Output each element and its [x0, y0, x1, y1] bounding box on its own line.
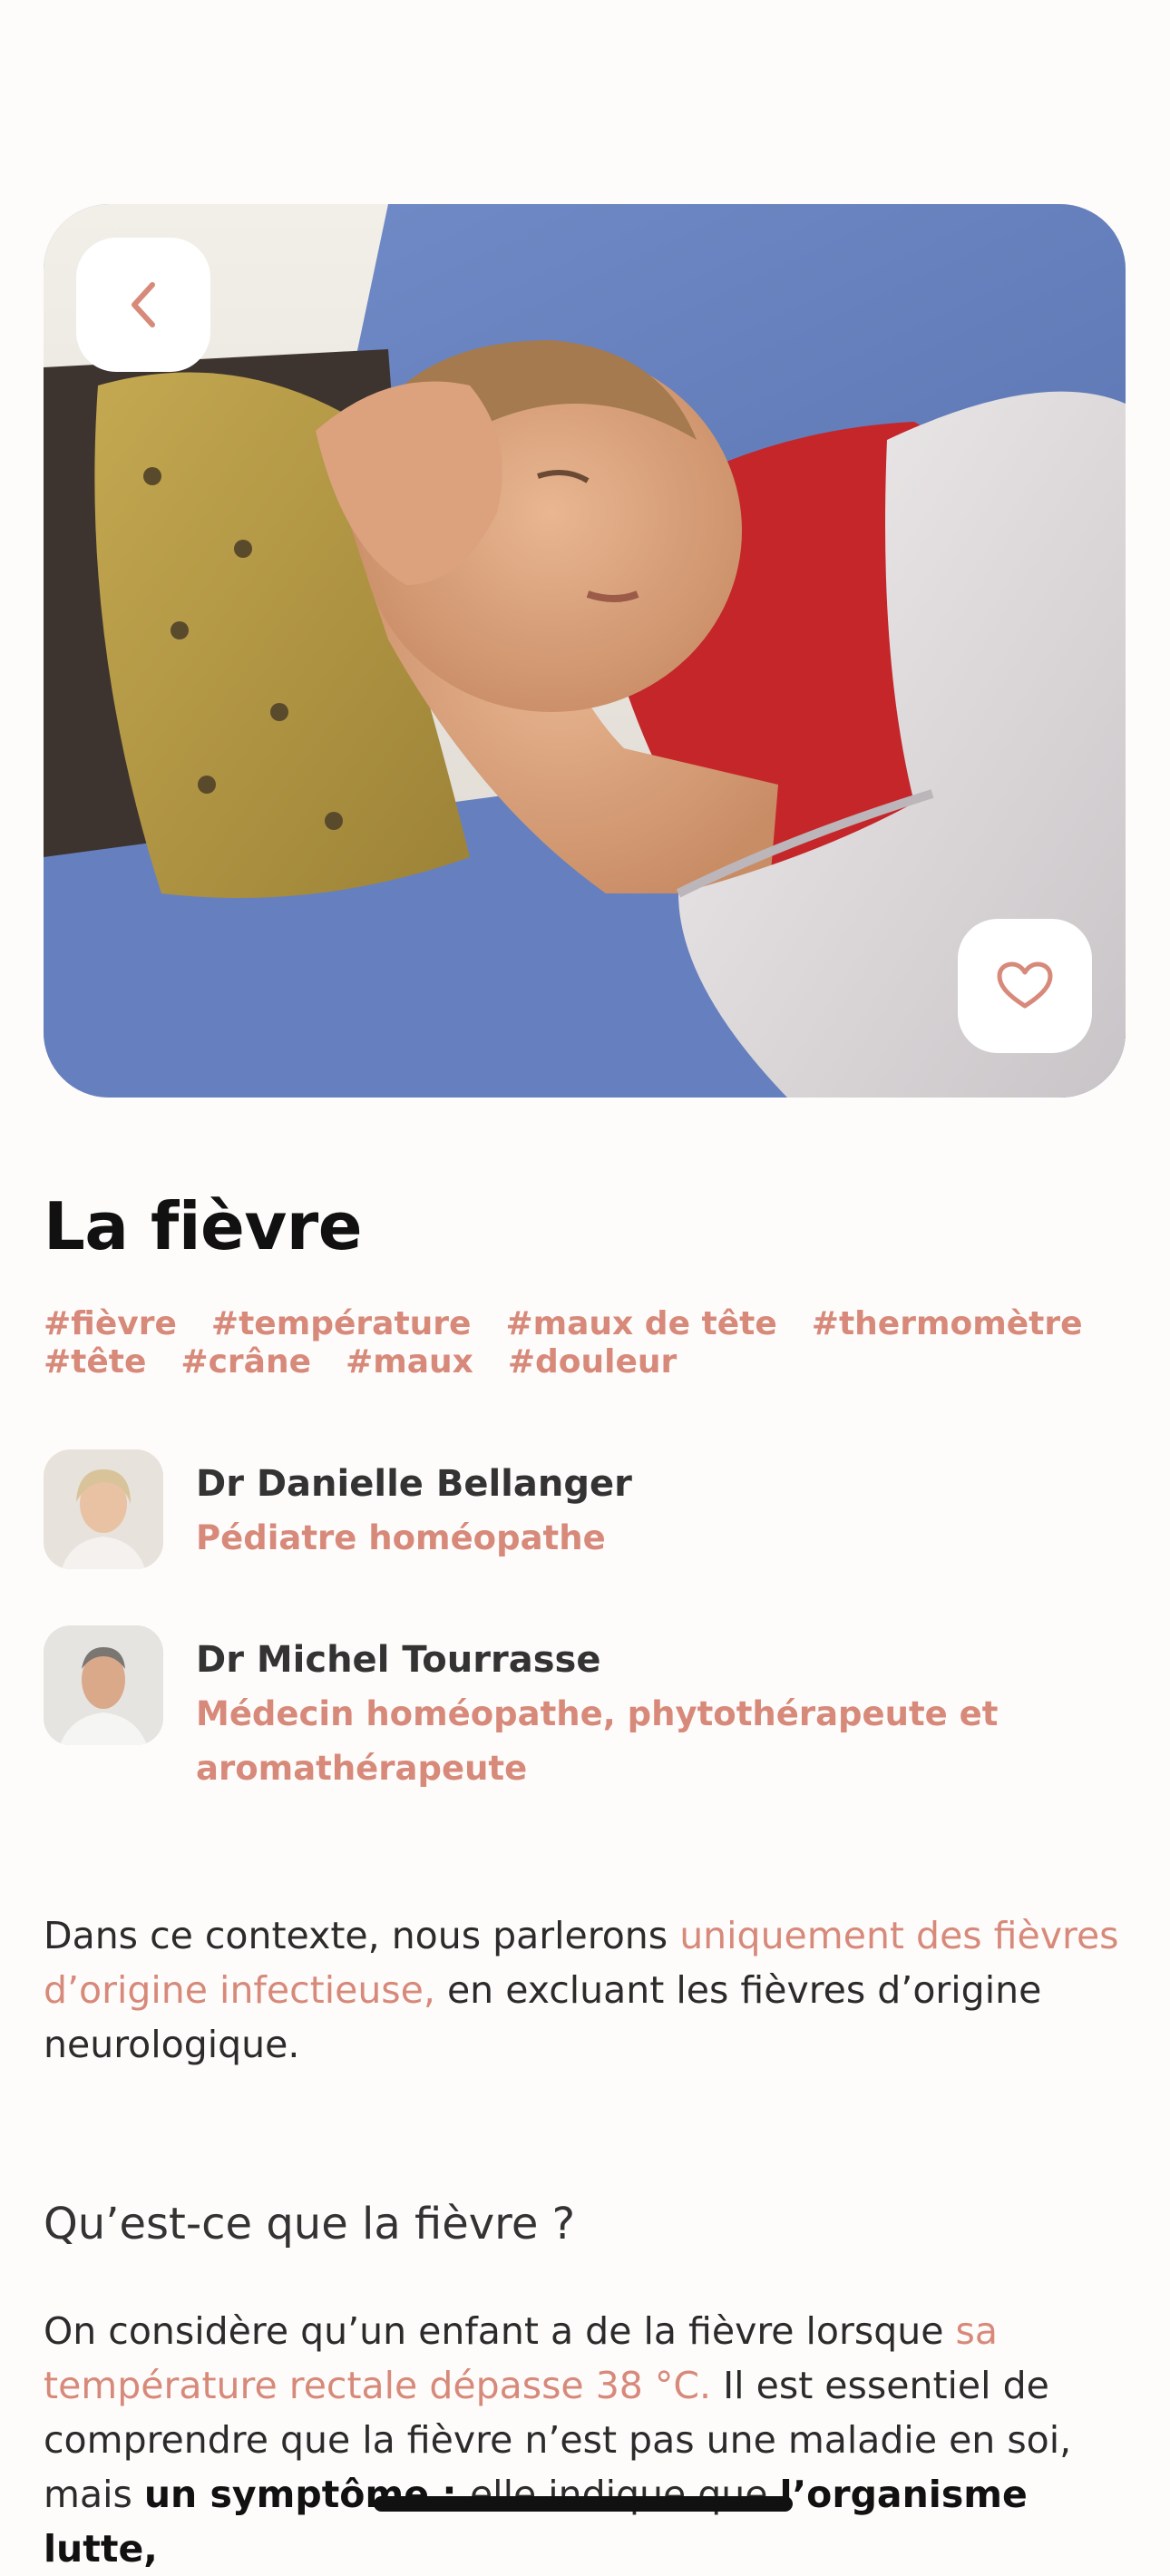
intro-text: Dans ce contexte, nous parlerons — [44, 1914, 680, 1957]
intro-paragraph: Dans ce contexte, nous parlerons uniquem… — [44, 1908, 1132, 2072]
author-card[interactable]: Dr Michel Tourrasse Médecin homéopathe, … — [44, 1625, 1121, 1796]
avatar — [44, 1449, 163, 1569]
heart-outline-icon — [997, 961, 1053, 1009]
home-indicator — [374, 2496, 793, 2512]
author-card[interactable]: Dr Danielle Bellanger Pédiatre homéopath… — [44, 1449, 1121, 1569]
favorite-button[interactable] — [958, 919, 1092, 1053]
tag[interactable]: #température — [211, 1306, 472, 1342]
section-title: Qu’est-ce que la fièvre ? — [44, 2199, 576, 2249]
avatar — [44, 1625, 163, 1745]
section-paragraph: On considère qu’un enfant a de la fièvre… — [44, 2304, 1132, 2576]
tag[interactable]: #fièvre — [44, 1306, 177, 1342]
tag[interactable]: #tête — [44, 1344, 146, 1381]
article-title: La fièvre — [44, 1188, 363, 1264]
tag[interactable]: #maux de tête — [505, 1306, 776, 1342]
tag[interactable]: #maux — [346, 1344, 473, 1381]
section-text: On considère qu’un enfant a de la fièvre… — [44, 2309, 956, 2353]
tag-list: #fièvre #température #maux de tête #ther… — [44, 1306, 1123, 1381]
tag[interactable]: #thermomètre — [812, 1306, 1083, 1342]
tag[interactable]: #crâne — [180, 1344, 311, 1381]
author-name: Dr Danielle Bellanger — [196, 1463, 632, 1505]
tag[interactable]: #douleur — [508, 1344, 677, 1381]
author-role: Médecin homéopathe, phytothérapeute et a… — [196, 1694, 999, 1788]
chevron-left-icon — [132, 282, 155, 327]
author-name: Dr Michel Tourrasse — [196, 1639, 601, 1681]
author-role: Pédiatre homéopathe — [196, 1518, 606, 1557]
back-button[interactable] — [76, 238, 210, 372]
